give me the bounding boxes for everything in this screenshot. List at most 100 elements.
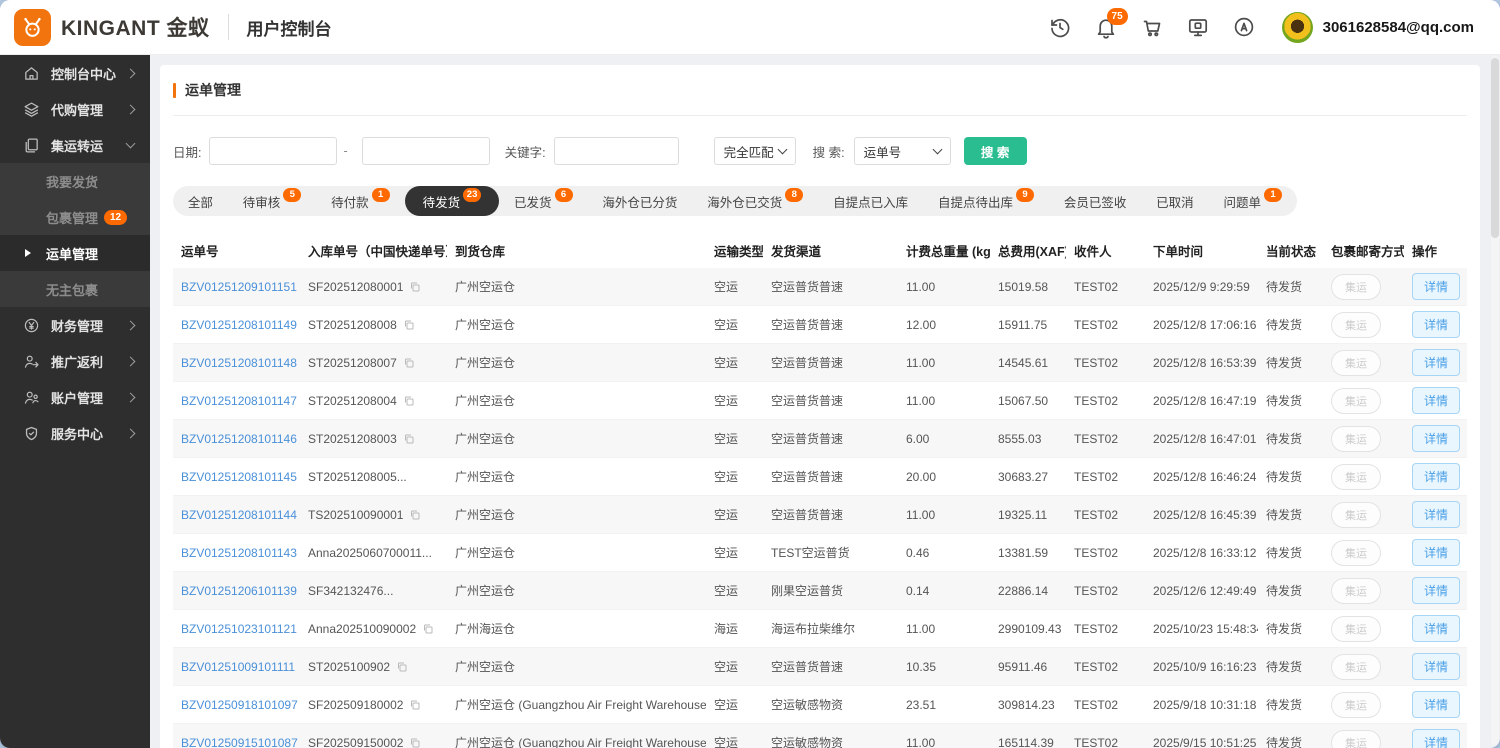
waybill-link[interactable]: BZV01251009101111 (181, 660, 295, 674)
waybill-link[interactable]: BZV01251208101146 (181, 432, 297, 446)
detail-button[interactable]: 详情 (1412, 539, 1460, 566)
sidebar-item[interactable]: 财务管理 (0, 307, 150, 343)
waybill-link[interactable]: BZV01251208101143 (181, 546, 297, 560)
detail-button[interactable]: 详情 (1412, 653, 1460, 680)
match-mode-select[interactable]: 完全匹配 (714, 137, 796, 165)
sidebar-subitem[interactable]: 运单管理 (0, 235, 150, 271)
date-from-input[interactable] (209, 137, 337, 165)
detail-button[interactable]: 详情 (1412, 387, 1460, 414)
status-tab[interactable]: 海外仓已交货 8 (692, 186, 818, 216)
detail-button[interactable]: 详情 (1412, 311, 1460, 338)
waybill-link[interactable]: BZV01250918101097 (181, 698, 298, 712)
header-divider (228, 14, 229, 40)
detail-button[interactable]: 详情 (1412, 349, 1460, 376)
detail-button[interactable]: 详情 (1412, 577, 1460, 604)
search-type-select[interactable]: 运单号 (854, 137, 951, 165)
tab-label: 海外仓已交货 (707, 192, 782, 211)
copy-icon[interactable] (409, 699, 421, 711)
waybill-link[interactable]: BZV01251023101121 (181, 622, 297, 636)
detail-button[interactable]: 详情 (1412, 425, 1460, 452)
date-to-input[interactable] (362, 137, 490, 165)
sidebar-item[interactable]: 控制台中心 (0, 55, 150, 91)
search-button[interactable]: 搜 索 (964, 137, 1027, 165)
status-tab[interactable]: 全部 (173, 186, 228, 216)
cell-weight: 6.00 (898, 420, 990, 458)
table-row: BZV01251208101143 Anna2025060700011... 广… (173, 534, 1467, 572)
sidebar-item[interactable]: 服务中心 (0, 415, 150, 451)
inbound-number: SF202512080001 (308, 280, 403, 294)
waybill-link[interactable]: BZV01251208101148 (181, 356, 297, 370)
status-tab[interactable]: 自提点待出库 9 (923, 186, 1049, 216)
waybill-link[interactable]: BZV01251208101145 (181, 470, 297, 484)
history-icon[interactable] (1048, 15, 1072, 39)
cell-weight: 10.35 (898, 648, 990, 686)
copy-icon[interactable] (403, 395, 415, 407)
status-tab[interactable]: 已发货 6 (499, 186, 587, 216)
cell-status: 待发货 (1258, 610, 1323, 648)
sidebar-item[interactable]: 代购管理 (0, 91, 150, 127)
detail-button[interactable]: 详情 (1412, 691, 1460, 718)
scrollbar-thumb[interactable] (1491, 58, 1499, 238)
copy-icon[interactable] (409, 509, 421, 521)
sidebar-subitem[interactable]: 无主包裹 (0, 271, 150, 307)
column-header: 运输类型 (706, 232, 763, 268)
status-tab[interactable]: 待发货 23 (405, 186, 500, 216)
status-tab[interactable]: 已取消 (1141, 186, 1208, 216)
column-header: 运单号 (173, 232, 300, 268)
cell-inbound: ST20251208005... (300, 458, 447, 496)
copy-icon[interactable] (403, 357, 415, 369)
sidebar-subitem[interactable]: 包裹管理 12 (0, 199, 150, 235)
waybill-link[interactable]: BZV01251208101144 (181, 508, 297, 522)
cell-action: 详情 (1404, 420, 1467, 458)
chevron-down-icon (932, 145, 942, 155)
status-tab[interactable]: 待审核 5 (228, 186, 316, 216)
column-header: 入库单号（中国快递单号） (300, 232, 447, 268)
status-tab[interactable]: 待付款 1 (316, 186, 404, 216)
copy-icon[interactable] (422, 623, 434, 635)
waybill-link[interactable]: BZV01250915101087 (181, 736, 298, 748)
monitor-icon[interactable] (1186, 15, 1210, 39)
cell-action: 详情 (1404, 534, 1467, 572)
status-tab[interactable]: 会员已签收 (1049, 186, 1141, 216)
cell-mail-method: 集运 (1323, 686, 1404, 724)
page-scrollbar[interactable] (1491, 56, 1499, 745)
copy-icon[interactable] (409, 281, 421, 293)
waybill-link[interactable]: BZV01251208101147 (181, 394, 297, 408)
tab-label: 自提点已入库 (833, 192, 908, 211)
notifications-bell-icon[interactable]: 75 (1094, 15, 1118, 39)
sidebar-subitem[interactable]: 我要发货 (0, 163, 150, 199)
detail-button[interactable]: 详情 (1412, 729, 1460, 748)
sidebar-item[interactable]: 集运转运 (0, 127, 150, 163)
letter-a-circle-icon[interactable] (1232, 15, 1256, 39)
brand-logo[interactable] (14, 9, 51, 46)
copy-icon[interactable] (403, 433, 415, 445)
copy-icon[interactable] (403, 319, 415, 331)
waybill-link[interactable]: BZV01251206101139 (181, 584, 297, 598)
cart-icon[interactable] (1140, 15, 1164, 39)
user-email: 3061628584@qq.com (1323, 19, 1474, 36)
cell-inbound: ST20251208003 (300, 420, 447, 458)
status-tab[interactable]: 问题单 1 (1209, 186, 1297, 216)
detail-button[interactable]: 详情 (1412, 615, 1460, 642)
user-avatar[interactable] (1282, 12, 1313, 43)
cell-order-time: 2025/9/15 10:51:25 (1145, 724, 1258, 748)
waybill-link[interactable]: BZV01251208101149 (181, 318, 297, 332)
copy-icon[interactable] (396, 661, 408, 673)
detail-button[interactable]: 详情 (1412, 463, 1460, 490)
status-tab[interactable]: 自提点已入库 (818, 186, 923, 216)
cell-total-fee: 8555.03 (990, 420, 1066, 458)
waybill-link[interactable]: BZV01251209101151 (181, 280, 297, 294)
cell-warehouse: 广州空运仓 (447, 534, 706, 572)
tab-label: 已取消 (1156, 192, 1194, 211)
keyword-input[interactable] (554, 137, 679, 165)
tab-badge: 9 (1016, 188, 1034, 202)
detail-button[interactable]: 详情 (1412, 273, 1460, 300)
status-tab[interactable]: 海外仓已分货 (587, 186, 692, 216)
sidebar-item[interactable]: 推广返利 (0, 343, 150, 379)
cell-weight: 20.00 (898, 458, 990, 496)
copy-icon[interactable] (409, 737, 421, 748)
cell-inbound: SF202509180002 (300, 686, 447, 724)
cell-status: 待发货 (1258, 306, 1323, 344)
sidebar-item[interactable]: 账户管理 (0, 379, 150, 415)
detail-button[interactable]: 详情 (1412, 501, 1460, 528)
